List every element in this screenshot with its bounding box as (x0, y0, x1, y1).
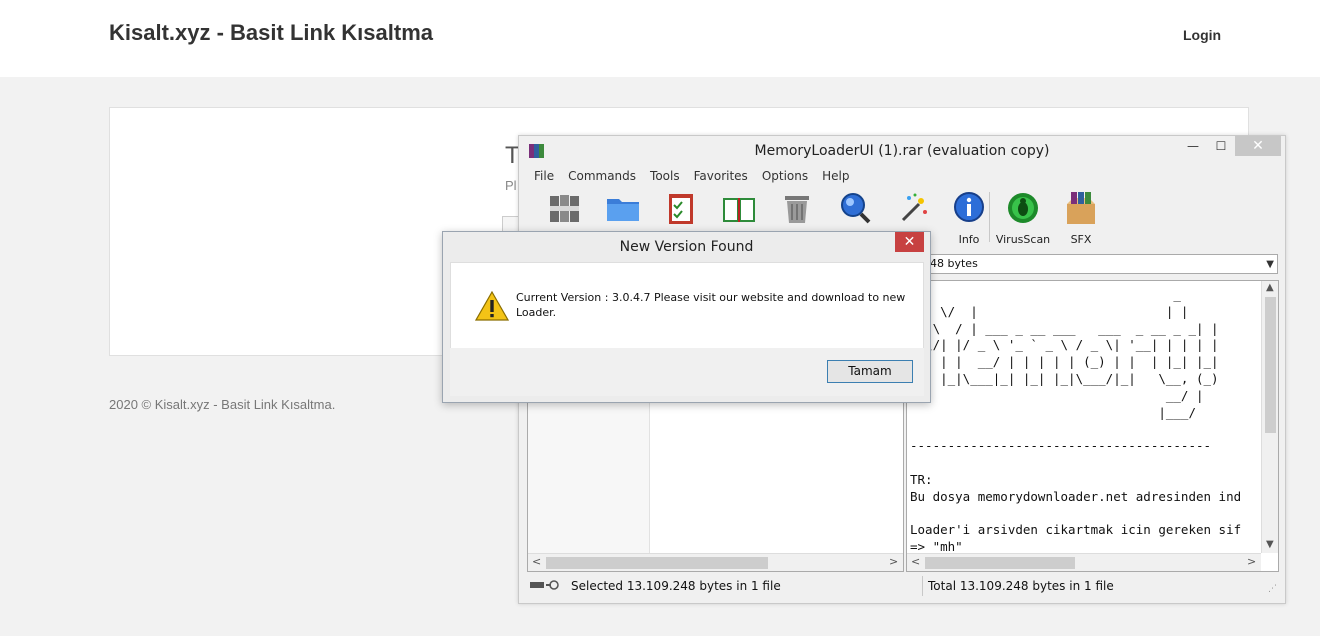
winrar-menubar: File Commands Tools Favorites Options He… (527, 167, 856, 187)
menu-commands[interactable]: Commands (561, 167, 643, 187)
status-total: Total 13.109.248 bytes in 1 file (928, 579, 1114, 593)
comment-line: | |_|\___|_| |_| |_|\___/|_| \__, (_) (910, 370, 1219, 386)
comment-line (910, 455, 1241, 472)
toolbar-find-button[interactable] (827, 190, 883, 233)
comment-line: |___/ (910, 404, 1196, 420)
menu-options[interactable]: Options (755, 167, 815, 187)
virus-bug-icon (1008, 193, 1038, 223)
comment-line: | | | __/ | | | | | (_) | | | |_| |_| (910, 354, 1219, 370)
scroll-up-icon[interactable]: ▲ (1266, 282, 1274, 293)
menu-favorites[interactable]: Favorites (687, 167, 755, 187)
status-divider (922, 576, 923, 596)
login-link[interactable]: Login (1183, 27, 1221, 43)
toolbar-separator (989, 192, 990, 242)
trash-icon (785, 196, 809, 223)
sfx-box-icon (1067, 192, 1095, 224)
site-footer: 2020 © Kisalt.xyz - Basit Link Kısaltma. (109, 397, 336, 412)
scroll-right-icon[interactable]: > (1247, 555, 1256, 568)
dialog-body: Current Version : 3.0.4.7 Please visit o… (450, 262, 924, 348)
site-title[interactable]: Kisalt.xyz - Basit Link Kısaltma (109, 20, 433, 46)
comment-line (910, 505, 1241, 522)
folder-icon (607, 199, 639, 221)
archive-comment-text: _ \ \/ | | | \ \ / | ___ _ __ ___ ___ _ … (910, 287, 1241, 556)
comment-line: Loader'i arsivden cikartmak icin gereken… (910, 522, 1242, 538)
dialog-title: New Version Found (619, 239, 754, 255)
drive-key-icon (530, 580, 559, 590)
comment-line: \ \/ | | | (910, 303, 1189, 319)
scroll-thumb[interactable] (1265, 297, 1276, 433)
dialog-message: Current Version : 3.0.4.7 Please visit o… (516, 291, 906, 319)
winrar-statusbar: Selected 13.109.248 bytes in 1 file Tota… (527, 576, 1279, 596)
maximize-button[interactable]: ☐ (1207, 136, 1235, 156)
toolbar-virusscan-button[interactable]: VirusScan (995, 190, 1051, 246)
toolbar-test-button[interactable] (653, 190, 709, 233)
dialog-footer: Tamam (450, 348, 924, 396)
card-subtext: Pl (505, 178, 517, 193)
scroll-thumb[interactable] (925, 557, 1075, 569)
site-header: Kisalt.xyz - Basit Link Kısaltma Login (0, 0, 1320, 77)
clipboard-check-icon (669, 194, 693, 224)
comment-line: Bu dosya memorydownloader.net adresinden… (910, 488, 1242, 504)
archive-books-icon (550, 195, 579, 222)
comment-line: ---------------------------------------- (910, 438, 1212, 454)
toolbar-view-button[interactable] (711, 190, 767, 233)
scroll-left-icon[interactable]: < (532, 555, 541, 568)
comment-line: _ (910, 287, 1181, 302)
warning-icon (475, 291, 509, 321)
menu-help[interactable]: Help (815, 167, 856, 187)
scroll-down-icon[interactable]: ▼ (1266, 539, 1274, 550)
comment-line: |\/| |/ _ \ '_ ` _ \ / _ \| '__| | | | | (910, 337, 1219, 353)
open-book-icon (723, 198, 755, 222)
dialog-close-button[interactable]: ✕ (895, 232, 924, 252)
ok-button[interactable]: Tamam (827, 360, 913, 383)
toolbar-extract-button[interactable] (595, 190, 651, 233)
close-button[interactable]: ✕ (1235, 136, 1281, 156)
resize-grip-icon[interactable]: ⋰ (1268, 584, 1277, 594)
toolbar-virusscan-label: VirusScan (995, 233, 1051, 246)
comment-pane[interactable]: _ \ \/ | | | \ \ / | ___ _ __ ___ ___ _ … (906, 280, 1279, 572)
comment-line: __/ | (910, 387, 1204, 403)
address-value: 48 bytes (930, 257, 978, 270)
scroll-thumb[interactable] (546, 557, 768, 569)
scroll-left-icon[interactable]: < (911, 555, 920, 568)
winrar-title: MemoryLoaderUI (1).rar (evaluation copy) (754, 143, 1050, 159)
toolbar-sfx-button[interactable]: SFX (1053, 190, 1109, 246)
status-selected: Selected 13.109.248 bytes in 1 file (571, 579, 781, 593)
chevron-down-icon[interactable]: ▼ (1266, 256, 1274, 274)
new-version-dialog: New Version Found ✕ Current Version : 3.… (442, 231, 931, 403)
magnifier-icon (841, 193, 871, 224)
comment-line: \ \ / | ___ _ __ ___ ___ _ __ _ _| | (910, 320, 1219, 336)
toolbar-sfx-label: SFX (1070, 233, 1092, 246)
info-icon (954, 192, 984, 222)
comment-line (910, 421, 1241, 438)
comment-line: TR: (910, 471, 933, 487)
winrar-titlebar[interactable]: MemoryLoaderUI (1).rar (evaluation copy)… (519, 136, 1285, 166)
address-dropdown[interactable]: 48 bytes ▼ (923, 254, 1278, 274)
comment-hscrollbar[interactable]: < > (907, 553, 1261, 571)
menu-tools[interactable]: Tools (643, 167, 687, 187)
minimize-button[interactable]: — (1179, 136, 1207, 156)
menu-file[interactable]: File (527, 167, 561, 187)
scroll-right-icon[interactable]: > (889, 555, 898, 568)
toolbar-add-button[interactable] (537, 190, 593, 233)
file-list-hscrollbar[interactable]: < > (528, 553, 903, 571)
toolbar-wizard-button[interactable] (885, 190, 941, 233)
magic-wand-icon (901, 193, 927, 222)
comment-vscrollbar[interactable]: ▲ ▼ (1261, 281, 1278, 553)
toolbar-delete-button[interactable] (769, 190, 825, 233)
